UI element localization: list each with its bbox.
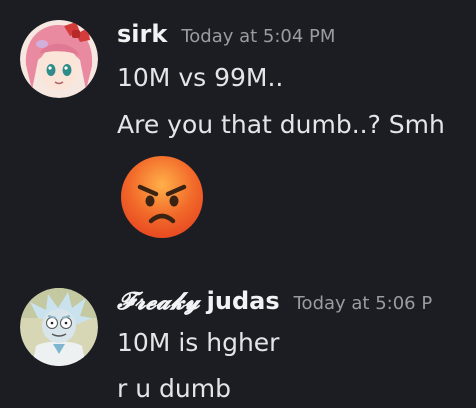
avatar[interactable] <box>20 20 98 98</box>
angry-face-emoji <box>120 155 204 239</box>
message-header: sirk Today at 5:04 PM <box>117 20 335 48</box>
message-text: r u dumb <box>117 374 231 403</box>
avatar[interactable] <box>20 288 98 366</box>
chat-log: sirk Today at 5:04 PM 10M vs 99M.. Are y… <box>0 0 476 408</box>
username[interactable]: judas <box>207 287 280 315</box>
message-text: 10M is hgher <box>117 328 280 357</box>
timestamp: Today at 5:06 P <box>293 293 433 314</box>
message-header: 𝓕𝓻𝓮𝓪𝓴𝔂 judas Today at 5:06 P <box>117 286 432 315</box>
username[interactable]: sirk <box>117 20 167 48</box>
timestamp: Today at 5:04 PM <box>181 26 336 47</box>
message-text: 10M vs 99M.. <box>117 63 284 92</box>
message-text: Are you that dumb..? Smh <box>117 110 445 139</box>
username-decorated[interactable]: 𝓕𝓻𝓮𝓪𝓴𝔂 <box>117 286 200 315</box>
